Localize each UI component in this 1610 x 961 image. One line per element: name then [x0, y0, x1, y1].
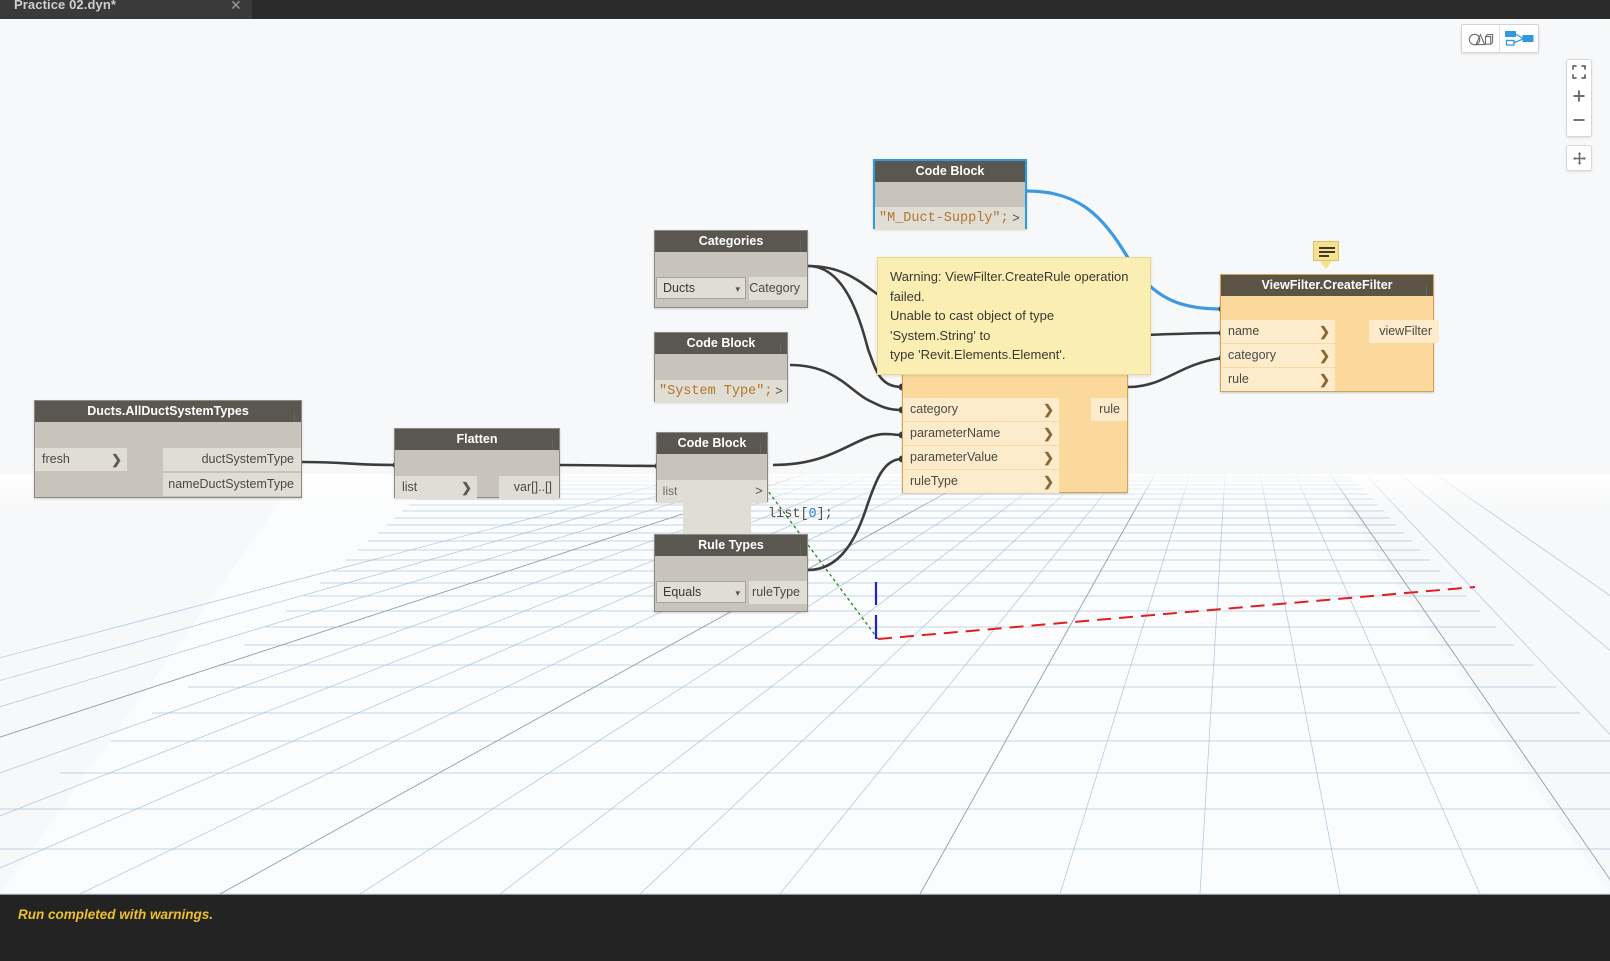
3d-preview-toggle[interactable]	[1462, 25, 1500, 52]
node-rule-types[interactable]: Rule Types Equals ▾ ruleType |	[654, 534, 808, 612]
code-suffix: ];	[816, 507, 833, 522]
code-index: 0	[808, 507, 817, 522]
node-title: Rule Types	[655, 535, 807, 556]
warning-line-1: Warning: ViewFilter.CreateRule operation	[890, 269, 1129, 284]
flag-line-3	[1319, 255, 1329, 257]
dynamo-window: Practice 02.dyn* ✕ Ducts.AllDuctSystemTy…	[0, 0, 1610, 961]
node-resize-mark: |	[779, 342, 782, 354]
port-in-list[interactable]: list	[657, 480, 683, 503]
port-in-parametername[interactable]: parameterName ❯	[903, 422, 1059, 445]
port-out-ruletype[interactable]: ruleType	[749, 581, 807, 604]
node-resize-mark: |	[1425, 284, 1428, 296]
code-block-text[interactable]: "M_Duct-Supply";	[875, 207, 1009, 230]
node-title: Ducts.AllDuctSystemTypes	[35, 401, 301, 422]
flag-tail	[1320, 261, 1332, 269]
warning-line-3: Unable to cast object of type 'System.St…	[890, 308, 1055, 343]
port-in-category[interactable]: category ❯	[903, 398, 1059, 421]
port-out-rule[interactable]: rule	[1091, 398, 1127, 421]
pan-button[interactable]	[1566, 146, 1592, 170]
graph-view-toggle[interactable]	[1500, 25, 1538, 52]
pan-icon	[1572, 151, 1586, 165]
pan-toolbar	[1566, 145, 1592, 171]
categories-dropdown[interactable]: Ducts ▾	[656, 277, 746, 299]
zoom-to-fit-icon	[1572, 65, 1586, 79]
chevron-right-icon: ❯	[1043, 402, 1054, 417]
zoom-out-button[interactable]	[1566, 108, 1592, 132]
chevron-right-icon: ❯	[1319, 348, 1330, 363]
port-out-viewfilter[interactable]: viewFilter	[1369, 320, 1439, 343]
chevron-right-icon: ❯	[1043, 426, 1054, 441]
port-in-ruletype[interactable]: ruleType ❯	[903, 470, 1059, 493]
tab-title: Practice 02.dyn*	[14, 0, 117, 12]
chevron-right-icon: ❯	[111, 452, 122, 467]
node-viewfilter-createfilter[interactable]: ViewFilter.CreateFilter name ❯ category …	[1220, 274, 1439, 392]
node-resize-mark: |	[551, 438, 554, 450]
title-bar: Practice 02.dyn* ✕	[0, 0, 1610, 19]
node-title: Code Block	[655, 333, 787, 354]
node-ducts-all-duct-system-types[interactable]: Ducts.AllDuctSystemTypes fresh ❯ ductSys…	[34, 400, 302, 498]
document-tab[interactable]: Practice 02.dyn* ✕	[0, 0, 252, 19]
node-flatten[interactable]: Flatten list ❯ var[]..[] |	[394, 428, 560, 499]
flag-line-2	[1319, 251, 1335, 253]
port-out-var[interactable]: var[]..[]	[499, 476, 559, 499]
node-code-block-system-type[interactable]: Code Block "System Type"; > |	[654, 332, 788, 403]
chevron-down-icon: ▾	[735, 284, 740, 294]
code-prefix: list[	[768, 507, 809, 522]
port-in-rule[interactable]: rule ❯	[1221, 368, 1335, 391]
node-title: Code Block	[657, 433, 767, 454]
warning-line-2: failed.	[890, 288, 925, 304]
chevron-right-icon: ❯	[1319, 372, 1330, 387]
node-title: Categories	[655, 231, 807, 252]
chevron-down-icon: ▾	[735, 588, 740, 598]
warning-tooltip-createrule: Warning: ViewFilter.CreateRule operation…	[877, 257, 1151, 375]
node-resize-mark: |	[799, 240, 802, 252]
port-in-parametervalue[interactable]: parameterValue ❯	[903, 446, 1059, 469]
port-out-arrow[interactable]: >	[1007, 207, 1025, 230]
node-resize-mark: |	[293, 410, 296, 422]
node-title: Flatten	[395, 429, 559, 450]
port-out-arrow[interactable]: >	[751, 480, 767, 503]
node-resize-mark: |	[799, 544, 802, 556]
port-in-category[interactable]: category ❯	[1221, 344, 1335, 367]
chevron-right-icon: ❯	[1043, 450, 1054, 465]
port-in-fresh[interactable]: fresh ❯	[35, 448, 127, 471]
warning-line-4: type 'Revit.Elements.Element'.	[890, 347, 1066, 362]
chevron-right-icon: ❯	[1319, 324, 1330, 339]
minus-icon	[1573, 119, 1585, 121]
status-bar: Run completed with warnings.	[0, 894, 1610, 961]
node-categories[interactable]: Categories Ducts ▾ Category |	[654, 230, 808, 308]
warning-flag-icon[interactable]	[1313, 241, 1339, 261]
geometry-icon	[1468, 32, 1493, 45]
chevron-right-icon: ❯	[1043, 474, 1054, 489]
rule-types-dropdown[interactable]: Equals ▾	[656, 581, 746, 603]
node-code-block-list-index[interactable]: Code Block list list[0]; > |	[656, 432, 833, 549]
zoom-to-fit-button[interactable]	[1566, 60, 1592, 84]
port-out-arrow[interactable]: >	[771, 380, 787, 403]
port-out-category[interactable]: Category	[749, 277, 807, 300]
graph-canvas[interactable]: Ducts.AllDuctSystemTypes fresh ❯ ductSys…	[0, 19, 1610, 894]
flag-line-1	[1319, 247, 1335, 249]
node-code-block-duct-supply[interactable]: Code Block "M_Duct-Supply"; >	[873, 159, 1027, 230]
node-title: ViewFilter.CreateFilter	[1221, 275, 1433, 296]
port-out-ductsystemtype[interactable]: ductSystemType	[163, 448, 301, 471]
port-in-name[interactable]: name ❯	[1221, 320, 1335, 343]
view-toggle-group	[1461, 24, 1539, 53]
port-out-nameductsystemtype[interactable]: nameDuctSystemType	[163, 473, 301, 496]
plus-icon	[1573, 90, 1585, 102]
close-icon[interactable]: ✕	[230, 0, 242, 14]
node-resize-mark: |	[759, 442, 762, 454]
node-title: Code Block	[875, 161, 1025, 182]
chevron-right-icon: ❯	[461, 480, 472, 495]
zoom-toolbar	[1566, 59, 1592, 137]
zoom-in-button[interactable]	[1566, 84, 1592, 108]
port-in-list[interactable]: list ❯	[395, 476, 477, 499]
code-block-text[interactable]: "System Type";	[655, 380, 772, 403]
graph-icon	[1505, 30, 1534, 46]
run-status-message: Run completed with warnings.	[18, 907, 214, 922]
